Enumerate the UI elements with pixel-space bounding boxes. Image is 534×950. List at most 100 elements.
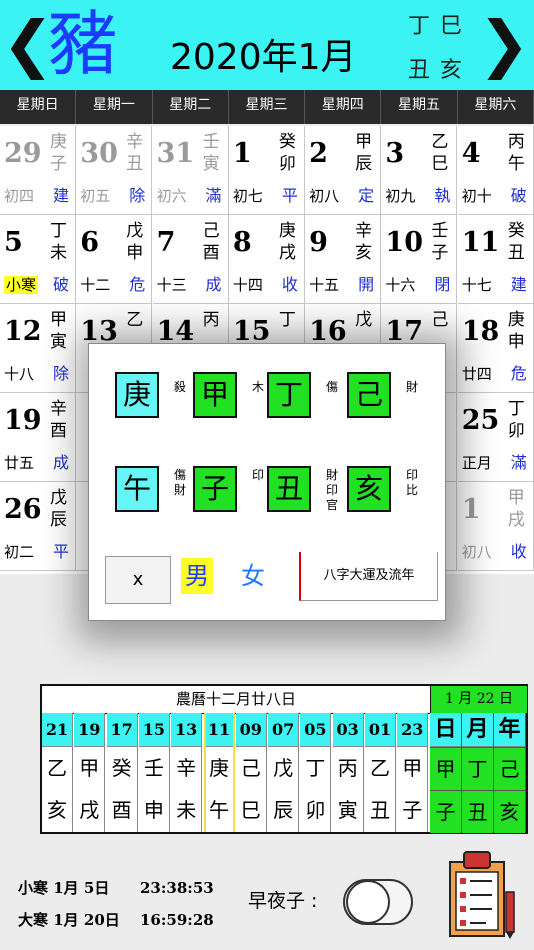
hour-stem: 甲 bbox=[402, 756, 423, 780]
duty-officer: 滿 bbox=[205, 186, 222, 205]
lunar-day-text: 初七 bbox=[232, 187, 263, 205]
day-stem: 戊 bbox=[355, 310, 373, 330]
hour-header: 03 bbox=[332, 713, 363, 747]
lunar-day: 小寒 bbox=[4, 275, 39, 295]
calendar-day-cell[interactable]: 19 辛酉廿五成 bbox=[0, 393, 76, 482]
calendar-day-cell[interactable]: 31 壬寅初六滿 bbox=[152, 126, 229, 215]
zaozi-toggle[interactable] bbox=[342, 876, 414, 928]
calendar-day-cell[interactable]: 4 丙午初十破 bbox=[457, 126, 534, 215]
hour-column[interactable]: 05 丁卯 bbox=[300, 713, 332, 832]
hour-column[interactable]: 17 癸酉 bbox=[106, 713, 138, 832]
calendar-day-cell[interactable]: 9 辛亥十五開 bbox=[305, 215, 382, 304]
stem-god-label: 殺 bbox=[173, 380, 186, 394]
day-stem: 丙 bbox=[202, 310, 220, 330]
hour-header: 23 bbox=[397, 713, 428, 747]
calendar-day-cell[interactable]: 11 癸丑十七建 bbox=[457, 215, 534, 304]
duty-officer: 閉 bbox=[434, 275, 451, 294]
calendar-day-cell[interactable]: 12 甲寅十八除 bbox=[0, 304, 76, 393]
pillar-stem: 丁 bbox=[462, 747, 493, 790]
branch-god-label: 印 bbox=[251, 468, 264, 482]
day-stem: 癸 bbox=[507, 221, 525, 241]
calendar-day-cell[interactable]: 26 戊辰初二平 bbox=[0, 482, 76, 571]
hour-stem: 庚 bbox=[209, 756, 229, 780]
lunar-day: 初七 bbox=[233, 186, 263, 206]
next-month-icon[interactable]: ❯ bbox=[478, 8, 530, 80]
hour-header: 13 bbox=[171, 713, 202, 747]
hour-column[interactable]: 15 壬申 bbox=[138, 713, 170, 832]
stem-pillar: 己 bbox=[347, 372, 391, 418]
lunar-day-text: 初八 bbox=[309, 187, 340, 205]
weekday-label: 星期三 bbox=[229, 90, 306, 124]
calendar-day-cell[interactable]: 29 庚子初四建 bbox=[0, 126, 76, 215]
calendar-day-cell[interactable]: 30 辛丑初五除 bbox=[76, 126, 153, 215]
calendar-day-cell[interactable]: 7 己酉十三成 bbox=[152, 215, 229, 304]
day-number: 2 bbox=[309, 138, 328, 169]
hour-column[interactable]: 03 丙寅 bbox=[332, 713, 364, 832]
lunar-day: 初六 bbox=[157, 186, 187, 206]
pillar-stem: 己 bbox=[494, 747, 525, 790]
main-pillar-column: 月丁丑 bbox=[462, 713, 494, 833]
day-stem: 甲 bbox=[507, 488, 525, 508]
clipboard-icon[interactable] bbox=[446, 848, 518, 940]
duty-officer: 執 bbox=[434, 186, 451, 205]
day-stem: 丙 bbox=[507, 132, 525, 152]
hour-column[interactable]: 21 乙亥 bbox=[42, 713, 73, 832]
zaozi-label: 早夜子 : bbox=[248, 890, 318, 912]
main-pillar-column: 日甲子 bbox=[430, 713, 462, 833]
calendar-day-cell[interactable]: 25 丁卯正月滿 bbox=[457, 393, 534, 482]
calendar-day-cell[interactable]: 3 乙巳初九執 bbox=[381, 126, 458, 215]
calendar-day-cell[interactable]: 8 庚戌十四收 bbox=[228, 215, 305, 304]
lunar-day-text: 十二 bbox=[80, 276, 111, 294]
lunar-day-text: 十五 bbox=[309, 276, 340, 294]
hour-stem: 己 bbox=[240, 756, 261, 780]
lunar-day-text: 正月 bbox=[461, 454, 492, 472]
day-branch: 子 bbox=[50, 154, 67, 174]
day-stem: 甲 bbox=[50, 310, 67, 330]
duty-officer: 收 bbox=[281, 275, 298, 294]
calendar-day-cell[interactable]: 10 壬子十六閉 bbox=[381, 215, 458, 304]
hour-branch: 卯 bbox=[305, 798, 326, 822]
hour-column[interactable]: 11 庚午 bbox=[203, 713, 235, 832]
hour-column[interactable]: 09 己巳 bbox=[235, 713, 267, 832]
bazi-luck-button[interactable]: 八字大運及流年 bbox=[299, 552, 438, 601]
day-number: 1 bbox=[232, 138, 252, 169]
hour-column[interactable]: 23 甲子 bbox=[397, 713, 429, 832]
hour-header: 05 bbox=[300, 713, 331, 747]
lunar-day-text: 初八 bbox=[461, 543, 492, 561]
hour-column[interactable]: 13 辛未 bbox=[171, 713, 203, 832]
hour-column[interactable]: 01 乙丑 bbox=[365, 713, 396, 832]
hour-column[interactable]: 19 甲戌 bbox=[74, 713, 106, 832]
duty-officer: 定 bbox=[358, 186, 375, 205]
solar-term-badge: 小寒 bbox=[4, 276, 39, 294]
hour-stem: 乙 bbox=[370, 756, 390, 780]
female-button[interactable]: 女 bbox=[237, 558, 269, 594]
hour-branch: 酉 bbox=[111, 798, 132, 822]
day-number: 26 bbox=[4, 494, 42, 525]
hour-header: 11 bbox=[205, 713, 233, 747]
solar-term-1-time: 23:38:53 bbox=[140, 879, 214, 897]
calendar-day-cell[interactable]: 1 癸卯初七平 bbox=[228, 126, 305, 215]
hour-column[interactable]: 07 戊辰 bbox=[268, 713, 300, 832]
calendar-day-cell[interactable]: 5 丁未小寒破 bbox=[0, 215, 76, 304]
hour-stem: 癸 bbox=[111, 756, 132, 780]
calendar-day-cell[interactable]: 18 庚申廿四危 bbox=[457, 304, 534, 393]
day-number: 10 bbox=[385, 227, 423, 258]
male-button[interactable]: 男 bbox=[181, 558, 213, 594]
day-branch: 卯 bbox=[507, 421, 525, 441]
day-stem: 丁 bbox=[507, 399, 525, 419]
calendar-day-cell[interactable]: 1 甲戌初八收 bbox=[457, 482, 534, 571]
day-branch: 申 bbox=[507, 332, 525, 352]
close-button[interactable]: x bbox=[105, 556, 171, 604]
calendar-day-cell[interactable]: 6 戊申十二危 bbox=[76, 215, 153, 304]
day-number: 3 bbox=[385, 138, 405, 169]
lunar-day: 初九 bbox=[385, 186, 415, 206]
month-ganzhi: 丑亥 bbox=[407, 58, 472, 83]
branch-pillar: 午 bbox=[115, 466, 159, 512]
lunar-day: 十三 bbox=[157, 275, 187, 295]
calendar-day-cell[interactable]: 2 甲辰初八定 bbox=[305, 126, 382, 215]
lunar-date-label: 農曆十二月廿八日 bbox=[42, 686, 430, 714]
lunar-day: 十七 bbox=[462, 275, 492, 295]
weekday-label: 星期六 bbox=[458, 90, 534, 124]
prev-month-icon[interactable]: ❮ bbox=[2, 8, 54, 80]
hour-header: 07 bbox=[268, 713, 299, 747]
